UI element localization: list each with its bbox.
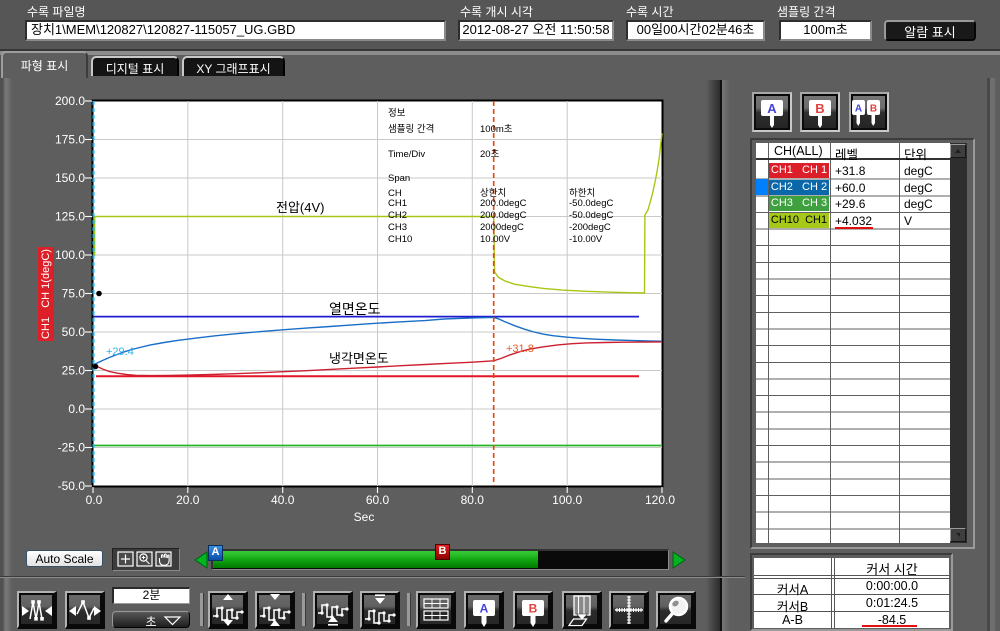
svg-text:100.0: 100.0 bbox=[55, 248, 85, 262]
svg-text:-200degC: -200degC bbox=[569, 222, 611, 233]
svg-text:50.0: 50.0 bbox=[62, 325, 86, 339]
svg-text:CH1: CH1 bbox=[388, 198, 407, 209]
svg-text:A: A bbox=[480, 602, 489, 616]
svg-text:-50.0degC: -50.0degC bbox=[569, 210, 614, 221]
svg-text:-50.0: -50.0 bbox=[58, 479, 86, 493]
svg-text:20초: 20초 bbox=[480, 149, 500, 160]
svg-text:-10.00V: -10.00V bbox=[569, 234, 603, 245]
svg-text:10.00V: 10.00V bbox=[480, 234, 511, 245]
svg-text:-25.0: -25.0 bbox=[58, 441, 86, 455]
svg-text:0.0: 0.0 bbox=[86, 493, 103, 507]
svg-text:200.0degC: 200.0degC bbox=[480, 198, 527, 209]
svg-text:100.0: 100.0 bbox=[552, 493, 582, 507]
svg-text:175.0: 175.0 bbox=[55, 133, 85, 147]
svg-text:B: B bbox=[529, 602, 538, 616]
svg-text:-50.0degC: -50.0degC bbox=[569, 198, 614, 209]
svg-text:Span: Span bbox=[388, 173, 410, 184]
svg-text:40.0: 40.0 bbox=[271, 493, 295, 507]
svg-text:200.0: 200.0 bbox=[55, 95, 85, 108]
svg-text:200.0degC: 200.0degC bbox=[480, 210, 527, 221]
svg-text:80.0: 80.0 bbox=[461, 493, 485, 507]
svg-text:정보: 정보 bbox=[388, 108, 406, 119]
svg-text:B: B bbox=[870, 104, 877, 115]
svg-text:전압(4V): 전압(4V) bbox=[276, 200, 324, 215]
svg-text:75.0: 75.0 bbox=[62, 287, 86, 301]
svg-text:150.0: 150.0 bbox=[55, 171, 85, 185]
svg-text:2000degC: 2000degC bbox=[480, 222, 524, 233]
svg-text:열면온도: 열면온도 bbox=[329, 301, 381, 317]
svg-text:냉각면온도: 냉각면온도 bbox=[329, 351, 389, 366]
svg-text:120.0: 120.0 bbox=[645, 493, 675, 507]
svg-text:0.0: 0.0 bbox=[68, 402, 85, 416]
svg-text:20.0: 20.0 bbox=[176, 493, 200, 507]
svg-text:Sec: Sec bbox=[354, 510, 375, 524]
svg-text:샘플링 간격: 샘플링 간격 bbox=[388, 123, 434, 135]
svg-text:A: A bbox=[855, 104, 862, 115]
svg-text:125.0: 125.0 bbox=[55, 210, 85, 224]
svg-text:CH2: CH2 bbox=[388, 210, 407, 221]
svg-text:+29.4: +29.4 bbox=[106, 346, 134, 358]
svg-text:A: A bbox=[767, 101, 777, 116]
svg-text:60.0: 60.0 bbox=[366, 493, 390, 507]
svg-text:B: B bbox=[815, 101, 824, 116]
svg-text:CH10: CH10 bbox=[388, 234, 412, 245]
svg-text:Time/Div: Time/Div bbox=[388, 149, 425, 160]
svg-text:25.0: 25.0 bbox=[62, 364, 86, 378]
svg-text:+31.8: +31.8 bbox=[506, 343, 534, 355]
svg-text:100m초: 100m초 bbox=[480, 124, 513, 135]
svg-text:CH3: CH3 bbox=[388, 222, 407, 233]
